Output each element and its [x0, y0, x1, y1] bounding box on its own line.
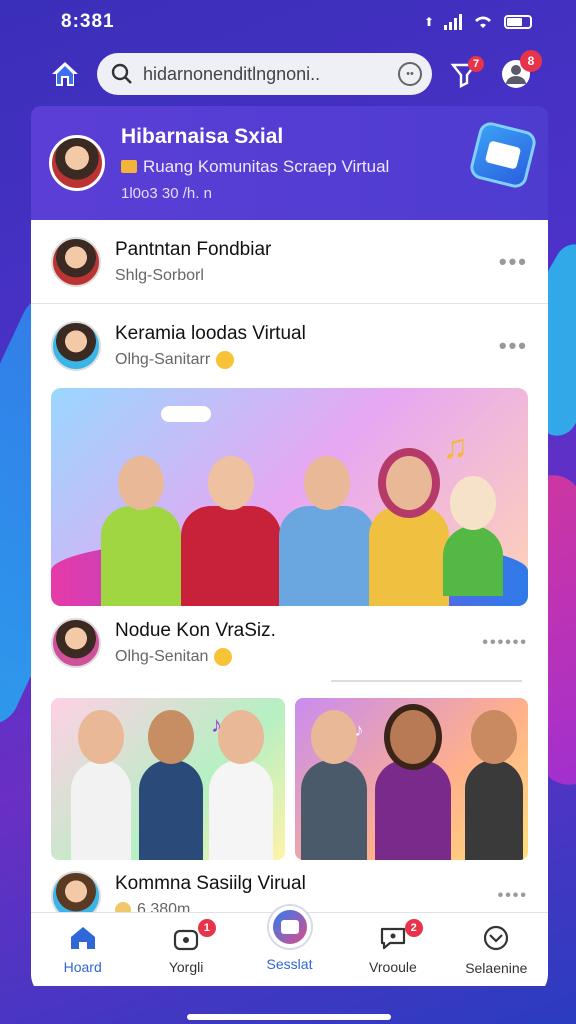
- post-title: Keramia loodas Virtual: [115, 323, 306, 344]
- post-title: Nodue Kon VraSiz.: [115, 620, 276, 641]
- folder-icon: [121, 160, 137, 173]
- nav-yorgli[interactable]: 1 Yorgli: [134, 913, 237, 986]
- settings-icon: [484, 925, 509, 950]
- avatar: [51, 871, 101, 918]
- search-input[interactable]: hidarnonenditlngnoni..: [143, 64, 388, 85]
- filter-badge: 7: [468, 56, 484, 72]
- community-subtitle-text: Ruang Komunitas Scraep Virtual: [143, 156, 390, 176]
- community-title: Hibarnaisa Sxial: [121, 124, 284, 148]
- home-icon: [52, 62, 78, 86]
- status-bar: 8:381 ⬆: [31, 0, 548, 44]
- avatar: [51, 618, 101, 668]
- nav-label: Hoard: [63, 958, 102, 975]
- nav-label: Vrooule: [369, 958, 417, 975]
- post-subtitle: Shlg-Sorborl: [115, 266, 204, 284]
- nav-badge: 1: [197, 919, 216, 937]
- video-sticker-icon: [467, 119, 539, 191]
- post-header[interactable]: Nodue Kon VraSiz. Olhg-Senitan ••••••: [31, 606, 548, 680]
- nav-vrooule[interactable]: 2 Vrooule: [341, 913, 444, 986]
- nav-home[interactable]: Hoard: [31, 913, 134, 986]
- search-bar[interactable]: hidarnonenditlngnoni.. ••: [97, 53, 432, 95]
- post-image[interactable]: ♫: [51, 388, 528, 606]
- filter-button[interactable]: 7: [444, 54, 484, 94]
- post-subtitle-text: Olhg-Senitan: [115, 648, 209, 665]
- nav-label: Sesslat: [266, 955, 313, 972]
- music-note-icon: ♪: [354, 720, 364, 740]
- search-icon: [111, 63, 132, 84]
- profile-badge: 8: [520, 50, 542, 72]
- community-meta: 1l0o3 30 /h. n: [121, 184, 212, 202]
- post-image[interactable]: ♪: [51, 698, 285, 860]
- community-header[interactable]: Hibarnaisa Sxial Ruang Komunitas Scraep …: [31, 106, 548, 220]
- app-screen: 8:381 ⬆ hidarnonenditlngnoni.. •• 7 8 Hi…: [31, 0, 548, 1000]
- chat-icon: [380, 927, 406, 949]
- music-note-icon: ♪: [211, 712, 222, 737]
- nav-settings[interactable]: Selaenine: [445, 913, 548, 986]
- home-icon: [70, 926, 95, 949]
- avatar: [51, 236, 101, 287]
- nav-label: Yorgli: [168, 958, 204, 975]
- music-note-icon: ♫: [442, 428, 469, 466]
- profile-button[interactable]: 8: [496, 50, 542, 94]
- post-title: Pantntan Fondbiar: [115, 238, 272, 260]
- more-options-icon[interactable]: ••••••: [482, 634, 528, 652]
- status-icons: ⬆: [424, 14, 532, 30]
- location-icon: ⬆: [423, 15, 434, 29]
- more-options-icon[interactable]: ••••: [498, 887, 528, 905]
- wifi-icon: [475, 16, 491, 28]
- post-header[interactable]: Keramia loodas Virtual Olhg-Sanitarr •••: [31, 304, 548, 388]
- feed: Pantntan Fondbiar Shlg-Sorborl ••• Keram…: [31, 220, 548, 918]
- post-subtitle: Olhg-Senitan: [115, 648, 468, 666]
- post-title: Kommna Sasiilg Virual: [115, 873, 306, 894]
- post-image[interactable]: ♪: [294, 698, 528, 860]
- post-header[interactable]: Pantntan Fondbiar Shlg-Sorborl •••: [31, 220, 548, 304]
- battery-icon: [504, 15, 532, 29]
- post-subtitle-text: Olhg-Sanitarr: [115, 351, 211, 368]
- create-icon: [268, 905, 311, 948]
- bag-icon: [174, 929, 199, 950]
- status-time: 8:381: [61, 11, 115, 32]
- home-indicator[interactable]: [187, 1014, 391, 1020]
- cloud-icon: [161, 406, 211, 422]
- nav-label: Selaenine: [465, 959, 528, 976]
- assistant-icon[interactable]: ••: [398, 62, 422, 86]
- avatar: [51, 321, 101, 371]
- community-subtitle: Ruang Komunitas Scraep Virtual: [121, 157, 389, 177]
- emoji-icon: [214, 648, 233, 666]
- more-options-icon[interactable]: •••: [499, 249, 528, 275]
- post-image-grid: ♪ ♪: [51, 698, 528, 860]
- emoji-icon: [216, 351, 235, 369]
- signal-icon: [444, 14, 462, 30]
- community-avatar: [49, 135, 105, 191]
- nav-badge: 2: [404, 919, 423, 937]
- more-options-icon[interactable]: •••: [499, 333, 528, 359]
- bottom-nav: Hoard 1 Yorgli Sesslat 2 Vrooule Selaeni…: [31, 905, 548, 986]
- nav-create[interactable]: Sesslat: [238, 905, 341, 986]
- home-button[interactable]: [45, 54, 85, 94]
- post-subtitle: Olhg-Sanitarr: [115, 351, 485, 369]
- top-bar: hidarnonenditlngnoni.. •• 7 8: [31, 44, 548, 104]
